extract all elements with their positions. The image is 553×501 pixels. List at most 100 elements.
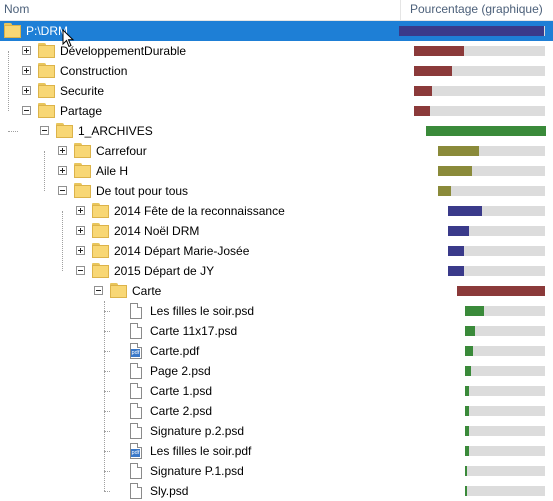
percent-bar [438,166,545,176]
percent-bar [465,306,545,316]
tree-connector-line [104,301,105,491]
tree-row-page-2-psd[interactable]: Page 2.psd [0,361,553,381]
percent-bar-fill [457,286,545,296]
column-percent-header[interactable]: Pourcentage (graphique) [401,0,553,20]
tree-row-label: Carte 11x17.psd [150,324,238,338]
percent-bar [399,26,545,36]
percent-bar [414,106,545,116]
tree-connector-line [104,391,110,392]
tree-row-sly-psd[interactable]: Sly.psd [0,481,553,501]
tree-row-label: Carte 1.psd [150,384,213,398]
tree-row-signature-p-1-psd[interactable]: Signature P.1.psd [0,461,553,481]
column-name-label: Nom [4,2,30,16]
tree-row-label: Signature P.1.psd [150,464,244,478]
treesize-window: Nom Pourcentage (graphique) P:\DRM Dévelo… [0,0,553,501]
column-percent-label: Pourcentage (graphique) [410,2,543,16]
percent-bar [465,486,545,496]
tree-row-label: 2015 Départ de JY [114,264,215,278]
percent-bar-fill [414,86,432,96]
tree-row-aile-h[interactable]: Aile H [0,161,553,181]
expand-icon[interactable] [22,66,31,75]
percent-bar-fill [438,146,479,156]
percent-bar [465,406,545,416]
tree-view[interactable]: P:\DRM DéveloppementDurable Construction Se… [0,21,553,501]
percent-bar [438,146,545,156]
folder-icon [38,63,55,78]
tree-row-de-tout-pour-tous[interactable]: De tout pour tous [0,181,553,201]
tree-connector-line [104,411,110,412]
folder-icon [110,283,127,298]
collapse-icon[interactable] [94,286,103,295]
expand-icon[interactable] [22,86,31,95]
tree-row-les-filles-le-soir-psd[interactable]: Les filles le soir.psd [0,301,553,321]
column-name-header[interactable]: Nom [0,0,400,20]
tree-connector-line [8,51,9,111]
tree-connector-line [104,471,110,472]
expand-icon[interactable] [58,146,67,155]
tree-row-label: 2014 Noël DRM [114,224,200,238]
tree-row-signature-p-2-psd[interactable]: Signature p.2.psd [0,421,553,441]
file-icon [130,463,142,479]
tree-row-securite[interactable]: Securite [0,81,553,101]
percent-bar-fill [465,346,473,356]
percent-bar [465,386,545,396]
tree-row-carte[interactable]: Carte [0,281,553,301]
tree-connector-line [62,211,63,271]
collapse-icon[interactable] [76,266,85,275]
expand-icon[interactable] [76,226,85,235]
percent-bar-fill [448,266,464,276]
tree-row-partage[interactable]: Partage [0,101,553,121]
percent-bar [465,446,545,456]
tree-row-label: Page 2.psd [150,364,211,378]
percent-bar-fill [414,46,464,56]
tree-row-2015-depart-de-jy[interactable]: 2015 Départ de JY [0,261,553,281]
collapse-icon[interactable] [40,126,49,135]
tree-row-construction[interactable]: Construction [0,61,553,81]
percent-bar [448,246,545,256]
tree-connector-line [104,371,110,372]
percent-bar [457,286,545,296]
percent-bar-fill [448,226,469,236]
tree-connector-line [44,151,45,191]
tree-row-carte-11x17-psd[interactable]: Carte 11x17.psd [0,321,553,341]
percent-bar-fill [465,406,469,416]
tree-row-label: Signature p.2.psd [150,424,245,438]
tree-connector-line [104,311,110,312]
percent-bar-fill [448,246,464,256]
collapse-icon[interactable] [22,106,31,115]
column-header: Nom Pourcentage (graphique) [0,0,553,21]
tree-row-label: De tout pour tous [96,184,189,198]
tree-row-developpementdurable[interactable]: DéveloppementDurable [0,41,553,61]
tree-row-p-drm[interactable]: P:\DRM [0,21,553,41]
file-icon [130,303,142,319]
expand-icon[interactable] [58,166,67,175]
tree-row-carte-2-psd[interactable]: Carte 2.psd [0,401,553,421]
expand-icon[interactable] [22,46,31,55]
percent-bar [465,346,545,356]
folder-icon [74,143,91,158]
tree-row-2014-fete-de-la-reconnaissance[interactable]: 2014 Fête de la reconnaissance [0,201,553,221]
tree-row-2014-noel-drm[interactable]: 2014 Noël DRM [0,221,553,241]
percent-bar-fill [465,306,484,316]
percent-bar [414,66,545,76]
folder-icon [92,243,109,258]
percent-bar-fill [465,426,469,436]
percent-bar [426,126,546,136]
file-icon [130,363,142,379]
expand-icon[interactable] [76,246,85,255]
percent-bar-fill [465,366,471,376]
tree-row-les-filles-le-soir-pdf[interactable]: pdf Les filles le soir.pdf [0,441,553,461]
tree-row-label: Construction [60,64,128,78]
percent-bar-fill [426,126,546,136]
percent-bar-fill [465,446,469,456]
tree-row-1-archives[interactable]: 1_ARCHIVES [0,121,553,141]
tree-row-carte-pdf[interactable]: pdf Carte.pdf [0,341,553,361]
tree-row-carte-1-psd[interactable]: Carte 1.psd [0,381,553,401]
folder-icon [4,23,21,38]
tree-row-2014-depart-marie-josee[interactable]: 2014 Départ Marie-Josée [0,241,553,261]
tree-row-carrefour[interactable]: Carrefour [0,141,553,161]
tree-row-label: Carrefour [96,144,147,158]
collapse-icon[interactable] [58,186,67,195]
percent-bar-fill [414,66,452,76]
expand-icon[interactable] [76,206,85,215]
